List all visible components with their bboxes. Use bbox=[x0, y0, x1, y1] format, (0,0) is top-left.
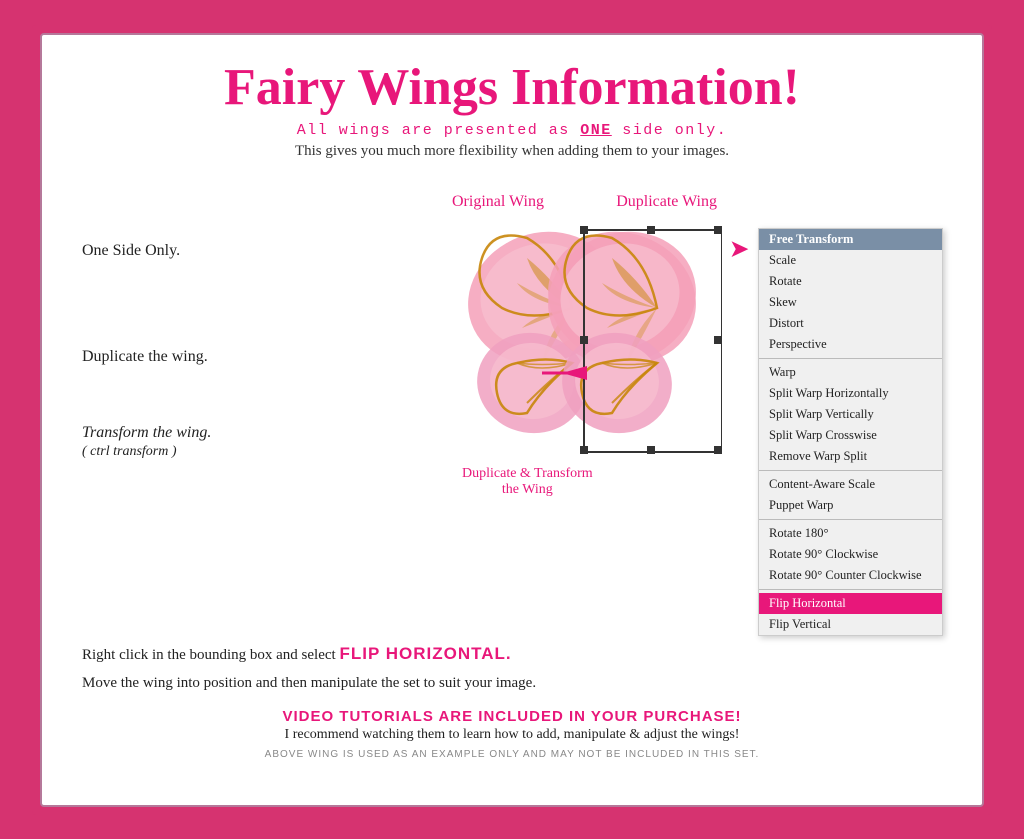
center-column: Original Wing Duplicate Wing bbox=[422, 178, 742, 636]
step1-label: One Side Only. bbox=[82, 238, 422, 264]
menu-item[interactable]: Warp bbox=[759, 362, 942, 383]
menu-item[interactable]: Remove Warp Split bbox=[759, 446, 942, 467]
bottom-text-area: Right click in the bounding box and sele… bbox=[82, 644, 942, 695]
menu-item[interactable]: Split Warp Horizontally bbox=[759, 383, 942, 404]
menu-item[interactable]: Perspective bbox=[759, 334, 942, 355]
menu-item[interactable]: Skew bbox=[759, 292, 942, 313]
dup-label: Duplicate & Transform the Wing bbox=[462, 466, 593, 498]
menu-item[interactable]: Rotate bbox=[759, 271, 942, 292]
menu-divider bbox=[759, 589, 942, 590]
move-text: Move the wing into position and then man… bbox=[82, 672, 942, 695]
step3-line1: Transform the wing. bbox=[82, 424, 211, 441]
description: This gives you much more flexibility whe… bbox=[82, 143, 942, 160]
video-title: VIDEO TUTORIALS ARE INCLUDED IN YOUR PUR… bbox=[82, 708, 942, 725]
left-column: One Side Only. Duplicate the wing. Trans… bbox=[82, 178, 422, 636]
menu-item[interactable]: Content-Aware Scale bbox=[759, 474, 942, 495]
step2-label: Duplicate the wing. bbox=[82, 344, 422, 370]
page-title: Fairy Wings Information! bbox=[82, 59, 942, 116]
inner-card: Fairy Wings Information! All wings are p… bbox=[40, 33, 984, 807]
menu-item[interactable]: Rotate 180° bbox=[759, 523, 942, 544]
step3-line2: ( ctrl transform ) bbox=[82, 444, 177, 459]
disclaimer: ABOVE WING IS USED AS AN EXAMPLE ONLY AN… bbox=[82, 749, 942, 760]
menu-divider bbox=[759, 470, 942, 471]
subtitle: All wings are presented as ONE side only… bbox=[82, 122, 942, 139]
step3-label: Transform the wing. ( ctrl transform ) bbox=[82, 420, 422, 464]
video-sub: I recommend watching them to learn how t… bbox=[82, 727, 942, 743]
wing-svg bbox=[432, 208, 722, 468]
menu-item[interactable]: Distort bbox=[759, 313, 942, 334]
menu-item[interactable]: Split Warp Vertically bbox=[759, 404, 942, 425]
outer-border: Fairy Wings Information! All wings are p… bbox=[32, 25, 992, 815]
video-section: VIDEO TUTORIALS ARE INCLUDED IN YOUR PUR… bbox=[82, 708, 942, 743]
menu-item[interactable]: Rotate 90° Counter Clockwise bbox=[759, 565, 942, 586]
context-menu: Free TransformScaleRotateSkewDistortPers… bbox=[758, 228, 943, 636]
right-column: ➤ Free TransformScaleRotateSkewDistortPe… bbox=[742, 178, 942, 636]
menu-item[interactable]: Puppet Warp bbox=[759, 495, 942, 516]
menu-divider bbox=[759, 519, 942, 520]
menu-item[interactable]: Flip Vertical bbox=[759, 614, 942, 635]
menu-item[interactable]: Scale bbox=[759, 250, 942, 271]
arrow-to-menu: ➤ bbox=[730, 236, 748, 262]
menu-item[interactable]: Flip Horizontal bbox=[759, 593, 942, 614]
menu-divider bbox=[759, 358, 942, 359]
wing-illustration: Original Wing Duplicate Wing bbox=[432, 188, 732, 488]
flip-text: Right click in the bounding box and sele… bbox=[82, 644, 942, 664]
menu-item[interactable]: Split Warp Crosswise bbox=[759, 425, 942, 446]
menu-item[interactable]: Free Transform bbox=[759, 229, 942, 250]
menu-item[interactable]: Rotate 90° Clockwise bbox=[759, 544, 942, 565]
main-content: One Side Only. Duplicate the wing. Trans… bbox=[82, 178, 942, 636]
